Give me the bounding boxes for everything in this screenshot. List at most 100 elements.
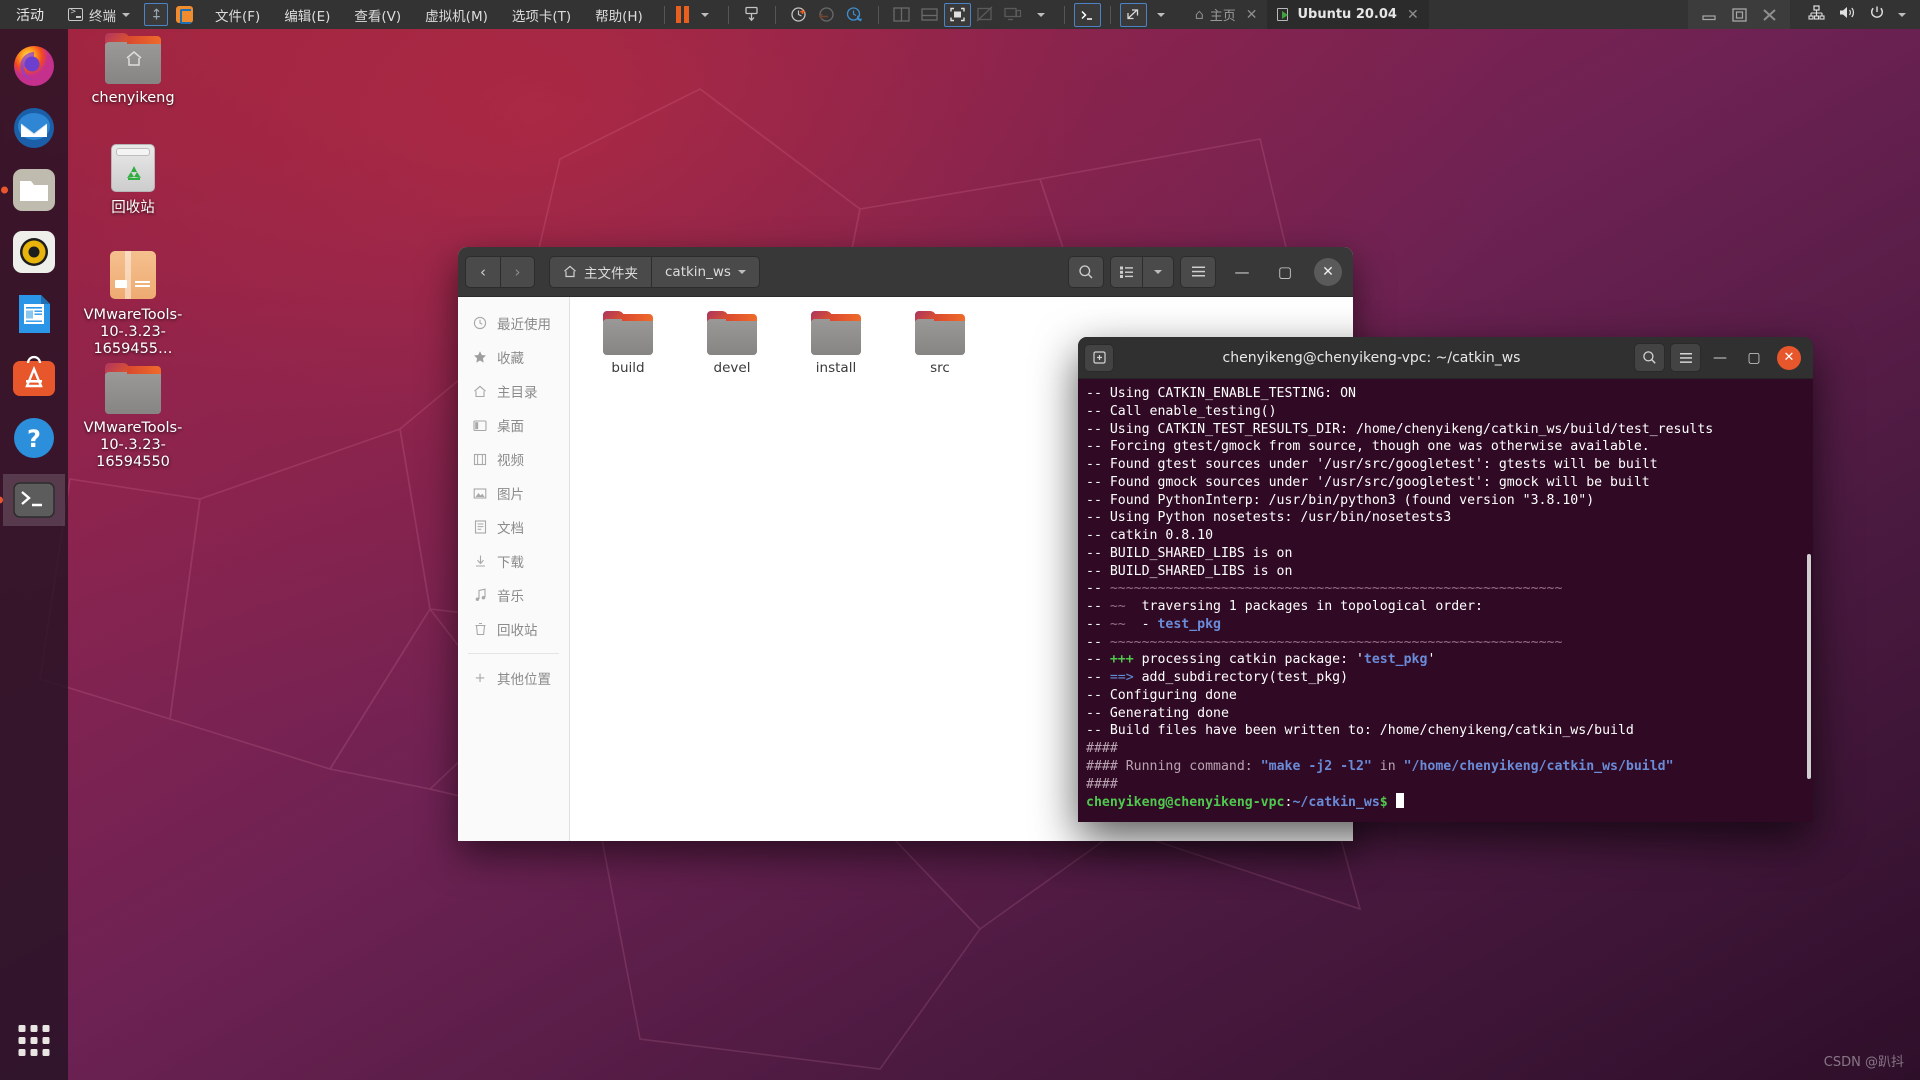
menu-vm[interactable]: 虚拟机(M): [413, 5, 500, 25]
divider: [774, 5, 776, 24]
power-dropdown-caret-icon[interactable]: [691, 3, 719, 27]
file-item-src[interactable]: src: [896, 311, 984, 376]
close-icon[interactable]: ✕: [1407, 7, 1419, 23]
desktop-icon-home[interactable]: chenyikeng: [78, 33, 188, 107]
terminal-menu-button[interactable]: [1670, 343, 1701, 372]
desktop-icon-label: VMwareTools-10-.3.23-16594550: [83, 420, 183, 470]
menu-tabs[interactable]: 选项卡(T): [500, 5, 583, 25]
dock-item-thunderbird[interactable]: [8, 102, 60, 154]
restore-icon[interactable]: [1724, 0, 1754, 29]
sidebar-item-other-locations[interactable]: + 其他位置: [458, 661, 569, 695]
desktop-icon-vmwaretools-archive[interactable]: VMwareTools-10-.3.23-1659455…: [78, 251, 188, 358]
sidebar-item-desktop[interactable]: 桌面: [458, 408, 569, 442]
monitors-dropdown-caret-icon[interactable]: [1027, 3, 1055, 27]
app-indicator-terminal[interactable]: 终端: [58, 5, 136, 25]
minimize-button[interactable]: —: [1705, 343, 1735, 373]
close-icon[interactable]: ✕: [1246, 7, 1258, 23]
menu-help[interactable]: 帮助(H): [583, 5, 655, 25]
sidebar-item-home[interactable]: 主目录: [458, 374, 569, 408]
snapshot-manager-icon[interactable]: [841, 3, 869, 27]
sidebar-label: 回收站: [497, 623, 538, 639]
file-manager-sidebar: 最近使用 收藏 主目录 桌面 视频 图片 文档 下载 音乐 回收站 + 其他位置: [458, 297, 570, 841]
dock-item-rhythmbox[interactable]: [8, 226, 60, 278]
terminal-scrollbar[interactable]: [1807, 554, 1811, 779]
desktop-icon-label: 回收站: [111, 200, 155, 216]
dock-item-firefox[interactable]: [8, 40, 60, 92]
tab-home[interactable]: ⌂ 主页 ✕: [1185, 0, 1268, 29]
chevron-down-icon[interactable]: [1898, 12, 1906, 17]
minimize-icon[interactable]: [1694, 0, 1724, 29]
sidebar-label: 主目录: [497, 385, 538, 401]
tab-ubuntu-2004[interactable]: Ubuntu 20.04 ✕: [1267, 0, 1429, 29]
terminal-window[interactable]: chenyikeng@chenyikeng-vpc: ~/catkin_ws —…: [1078, 337, 1813, 822]
minimize-button[interactable]: —: [1225, 255, 1259, 289]
desktop-icon-label: VMwareTools-10-.3.23-1659455…: [83, 307, 183, 357]
dock-item-ubuntu-software[interactable]: [8, 350, 60, 402]
take-snapshot-icon[interactable]: [785, 3, 813, 27]
terminal-icon: [13, 482, 55, 518]
snapshot-icon[interactable]: [738, 3, 766, 27]
dock-item-help[interactable]: ?: [8, 412, 60, 464]
desktop-icon-vmwaretools-folder[interactable]: VMwareTools-10-.3.23-16594550: [78, 363, 188, 471]
pause-icon[interactable]: [675, 6, 689, 23]
view-dropdown-button[interactable]: [1142, 255, 1174, 288]
breadcrumb-catkin-ws[interactable]: catkin_ws: [651, 255, 760, 288]
sidebar-label: 文档: [497, 521, 524, 537]
terminal-output-area[interactable]: -- Using CATKIN_ENABLE_TESTING: ON -- Ca…: [1078, 379, 1813, 822]
folder-icon: [603, 311, 653, 355]
desktop-icon-trash[interactable]: 回收站: [78, 144, 188, 217]
sidebar-item-trash[interactable]: 回收站: [458, 612, 569, 646]
pin-sidebar-button[interactable]: [144, 3, 168, 26]
menu-view[interactable]: 查看(V): [342, 5, 413, 25]
maximize-button[interactable]: ▢: [1739, 343, 1769, 373]
sidebar-item-starred[interactable]: 收藏: [458, 340, 569, 374]
menu-edit[interactable]: 编辑(E): [272, 5, 342, 25]
expand-icon[interactable]: [1119, 2, 1147, 27]
terminal-search-button[interactable]: [1634, 343, 1665, 372]
console-icon[interactable]: [1073, 2, 1101, 27]
desktop[interactable]: ? chenyikeng 回收站 VMwareTools-10-.3.23-16…: [0, 29, 1920, 1080]
vmware-window-buttons: [1688, 0, 1790, 29]
terminal-output-text: -- Using CATKIN_ENABLE_TESTING: ON -- Ca…: [1086, 386, 1714, 811]
file-item-install[interactable]: install: [792, 311, 880, 376]
back-button[interactable]: ‹: [465, 255, 500, 288]
breadcrumb-home[interactable]: 主文件夹: [549, 255, 651, 288]
watermark: CSDN @趴抖: [1823, 1055, 1904, 1070]
main-menu-button[interactable]: [1180, 255, 1216, 288]
sidebar-item-pictures[interactable]: 图片: [458, 476, 569, 510]
sidebar-item-videos[interactable]: 视频: [458, 442, 569, 476]
file-item-devel[interactable]: devel: [688, 311, 776, 376]
power-icon[interactable]: [1869, 5, 1885, 25]
search-button[interactable]: [1068, 255, 1104, 288]
volume-icon[interactable]: [1838, 5, 1856, 24]
network-icon[interactable]: [1808, 5, 1825, 24]
show-applications-button[interactable]: [18, 1025, 50, 1056]
menu-file[interactable]: 文件(F): [203, 5, 272, 25]
forward-button[interactable]: ›: [500, 255, 535, 288]
tab-ubuntu-label: Ubuntu 20.04: [1297, 7, 1397, 22]
dock-item-files[interactable]: [8, 164, 60, 216]
folder-icon: [105, 363, 161, 414]
sidebar-item-documents[interactable]: 文档: [458, 510, 569, 544]
maximize-button[interactable]: ▢: [1268, 255, 1302, 289]
image-icon: [472, 487, 488, 500]
fullscreen-icon[interactable]: [943, 2, 971, 27]
file-item-build[interactable]: build: [584, 311, 672, 376]
sidebar-item-downloads[interactable]: 下载: [458, 544, 569, 578]
revert-snapshot-icon: [813, 3, 841, 27]
divider: [663, 5, 665, 24]
dock-item-libreoffice-writer[interactable]: [8, 288, 60, 340]
activities-label[interactable]: 活动: [0, 5, 58, 25]
dock-item-terminal[interactable]: [3, 474, 65, 526]
new-tab-button[interactable]: [1084, 343, 1114, 372]
close-button[interactable]: ✕: [1314, 257, 1342, 286]
list-view-button[interactable]: [1110, 255, 1142, 288]
expand-dropdown-caret-icon[interactable]: [1147, 3, 1175, 27]
close-button[interactable]: ✕: [1777, 345, 1801, 370]
sidebar-item-music[interactable]: 音乐: [458, 578, 569, 612]
video-icon: [472, 453, 488, 466]
sidebar-item-recent[interactable]: 最近使用: [458, 306, 569, 340]
breadcrumb-catkin-label: catkin_ws: [665, 263, 731, 280]
view-mode-group: [1110, 255, 1174, 288]
close-icon[interactable]: [1754, 0, 1784, 29]
